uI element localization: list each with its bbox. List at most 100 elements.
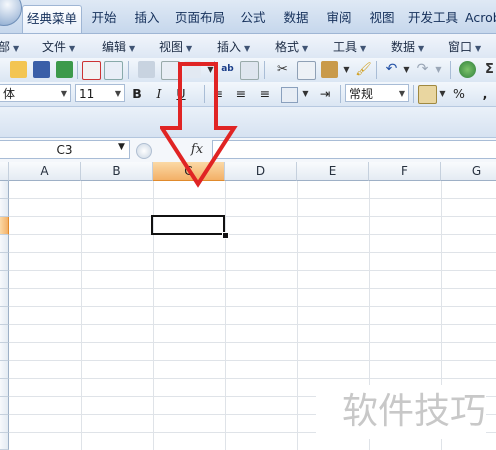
active-cell-c3[interactable]: [151, 215, 225, 235]
row-header[interactable]: [0, 181, 9, 199]
toolbar-separator: [413, 85, 414, 103]
tab-acrobat[interactable]: Acrob: [465, 7, 496, 29]
ribbon-group-band: [0, 107, 496, 138]
row-header[interactable]: [0, 235, 9, 253]
chevron-down-icon[interactable]: ▼: [430, 61, 447, 78]
wrap-text-icon[interactable]: ⇥: [316, 85, 334, 103]
gridline: [9, 288, 496, 289]
chevron-down-icon: ▼: [186, 44, 193, 53]
cut-icon[interactable]: ✂: [274, 61, 291, 78]
save-icon[interactable]: [33, 61, 50, 78]
align-right-icon[interactable]: ≡: [256, 85, 274, 103]
format-painter-icon[interactable]: 🖌: [355, 61, 372, 78]
chevron-down-icon: ▼: [60, 89, 67, 98]
tab-formulas[interactable]: 公式: [233, 7, 273, 29]
menu-label: 视图: [159, 40, 184, 54]
percent-button[interactable]: %: [450, 85, 468, 103]
paste-icon[interactable]: [321, 61, 338, 78]
toolbar-separator: [376, 61, 377, 79]
tab-home[interactable]: 开始: [84, 7, 124, 29]
row-header[interactable]: [0, 415, 9, 433]
font-name-select[interactable]: 体 ▼: [0, 84, 71, 102]
standard-toolbar: ▼ ab ✂ ▼ 🖌 ↶ ▼ ↷ ▼ Σ: [0, 58, 496, 82]
font-size-value: 11: [79, 87, 95, 101]
chevron-down-icon[interactable]: ▼: [297, 85, 314, 102]
number-format-select[interactable]: 常规 ▼: [345, 84, 409, 102]
menu-file[interactable]: 文件 ▼: [42, 38, 75, 55]
toolbar-separator: [340, 85, 341, 103]
menu-label: 部: [0, 40, 11, 54]
hyperlink-icon[interactable]: [459, 61, 476, 78]
redo-icon[interactable]: ↷: [414, 61, 431, 78]
office-button-icon[interactable]: [0, 0, 22, 26]
bold-button[interactable]: B: [128, 85, 146, 103]
comma-button[interactable]: ,: [476, 85, 494, 103]
row-header[interactable]: [0, 253, 9, 271]
gridline: [9, 324, 496, 325]
font-size-select[interactable]: 11 ▼: [75, 84, 125, 102]
column-header[interactable]: E: [297, 162, 369, 181]
formula-bar: C3 ▼ fx: [0, 138, 496, 163]
menu-insert[interactable]: 插入 ▼: [217, 38, 250, 55]
gridline: [9, 360, 496, 361]
annotation-arrow-shape: [160, 62, 238, 188]
thesaurus-icon[interactable]: [240, 61, 259, 80]
row-header[interactable]: [0, 325, 9, 343]
row-header[interactable]: [0, 433, 9, 450]
print-icon[interactable]: [138, 61, 155, 78]
export-sheet-icon[interactable]: [56, 61, 73, 78]
formula-input[interactable]: [212, 140, 496, 159]
chevron-down-icon[interactable]: ▼: [398, 61, 415, 78]
menu-window[interactable]: 窗口 ▼: [448, 38, 481, 55]
select-all-corner[interactable]: [0, 162, 9, 181]
fill-handle[interactable]: [222, 232, 229, 239]
row-header[interactable]: [0, 199, 9, 217]
gridline: [9, 270, 496, 271]
merge-center-icon[interactable]: [281, 87, 298, 103]
tab-view[interactable]: 视图: [362, 7, 402, 29]
row-header[interactable]: [0, 289, 9, 307]
chevron-down-icon[interactable]: ▼: [434, 85, 451, 102]
column-header[interactable]: A: [9, 162, 81, 181]
column-header[interactable]: B: [81, 162, 153, 181]
column-header[interactable]: F: [369, 162, 441, 181]
column-header[interactable]: G: [441, 162, 496, 181]
menu-data[interactable]: 数据 ▼: [391, 38, 424, 55]
tab-data[interactable]: 数据: [276, 7, 316, 29]
autosum-icon[interactable]: Σ: [481, 61, 496, 78]
row-header[interactable]: [0, 271, 9, 289]
tab-insert[interactable]: 插入: [127, 7, 167, 29]
row-header[interactable]: [0, 343, 9, 361]
row-header[interactable]: [0, 379, 9, 397]
tab-developer[interactable]: 开发工具: [404, 7, 462, 29]
menu-view[interactable]: 视图 ▼: [159, 38, 192, 55]
menu-label: 格式: [275, 40, 300, 54]
name-box[interactable]: C3: [0, 140, 130, 159]
row-header[interactable]: [0, 307, 9, 325]
row-header-selected[interactable]: [0, 217, 9, 235]
gridline: [9, 342, 496, 343]
tab-review[interactable]: 审阅: [319, 7, 359, 29]
row-header[interactable]: [0, 397, 9, 415]
chevron-down-icon[interactable]: ▼: [118, 142, 125, 152]
tab-page-layout[interactable]: 页面布局: [171, 7, 229, 29]
attach-icon[interactable]: [104, 61, 123, 80]
row-header[interactable]: [0, 361, 9, 379]
formatting-toolbar: 体 ▼ 11 ▼ B I U ≡ ≡ ≡ ▼ ⇥ 常规 ▼ ▼ % ,: [0, 82, 496, 107]
chevron-down-icon: ▼: [244, 44, 251, 53]
menu-label: 编辑: [102, 40, 127, 54]
permission-icon[interactable]: [82, 61, 101, 80]
splitter-handle-icon[interactable]: [136, 143, 152, 159]
menu-label: 插入: [217, 40, 242, 54]
menu-tools[interactable]: 工具 ▼: [333, 38, 366, 55]
menu-format[interactable]: 格式 ▼: [275, 38, 308, 55]
menu-all[interactable]: 部 ▼: [0, 38, 19, 55]
copy-icon[interactable]: [297, 61, 316, 80]
chevron-down-icon: ▼: [69, 44, 76, 53]
menu-edit[interactable]: 编辑 ▼: [102, 38, 135, 55]
gridline: [9, 378, 496, 379]
open-folder-icon[interactable]: [10, 61, 27, 78]
chevron-down-icon: ▼: [398, 89, 405, 98]
tab-classic-menu[interactable]: 经典菜单: [22, 5, 82, 33]
chevron-down-icon[interactable]: ▼: [338, 61, 355, 78]
